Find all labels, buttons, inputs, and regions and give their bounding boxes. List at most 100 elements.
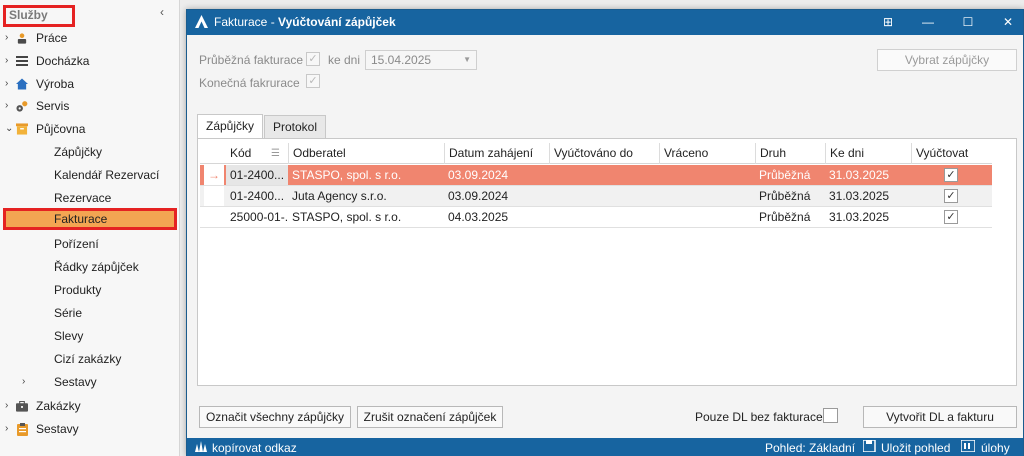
box-icon: [16, 123, 28, 135]
zrusit-oznaceni-button[interactable]: Zrušit označení zápůjček: [357, 406, 503, 428]
sidebar-item-sestavy[interactable]: › Sestavy: [0, 418, 178, 440]
chevron-right-icon[interactable]: ›: [5, 95, 8, 117]
zapujcky-tab-panel: Kód ☰ Odberatel Datum zahájení Vyúčtováno…: [197, 138, 1017, 386]
dialog-title: Fakturace - Vyúčtování zápůjček: [214, 15, 396, 29]
cell-vraceno[interactable]: [659, 165, 755, 185]
konecna-fakturace-checkbox[interactable]: ✓: [306, 74, 320, 88]
cell-datum-zahajeni[interactable]: 03.09.2024: [444, 165, 549, 185]
save-view-icon: [862, 439, 877, 455]
chevron-right-icon[interactable]: ›: [5, 50, 8, 72]
cell-datum-zahajeni[interactable]: 04.03.2025: [444, 207, 549, 227]
cell-odberatel[interactable]: STASPO, spol. s r.o.: [288, 207, 444, 227]
chevron-right-icon[interactable]: ›: [5, 418, 8, 440]
chevron-right-icon[interactable]: ›: [5, 27, 8, 49]
sidebar-item-label: Pořízení: [54, 237, 99, 251]
vyuctovat-checkbox[interactable]: ✓: [944, 189, 958, 203]
sidebar-subitem-fakturace[interactable]: Fakturace: [3, 208, 177, 230]
column-header-vyuctovat[interactable]: Vyúčtovat: [911, 143, 989, 164]
prubezna-fakturace-checkbox[interactable]: ✓: [306, 52, 320, 66]
sidebar-subitem-slevy[interactable]: Slevy: [0, 325, 178, 347]
column-header-druh[interactable]: Druh: [755, 143, 825, 164]
vyuctovat-checkbox[interactable]: ✓: [944, 210, 958, 224]
sidebar-item-label: Servis: [36, 99, 70, 113]
sidebar-subitem-rezervace[interactable]: Rezervace: [0, 187, 178, 209]
filter-icon[interactable]: ☰: [271, 143, 280, 164]
dialog-titlebar[interactable]: Fakturace - Vyúčtování zápůjček ⊞ — ☐ ✕: [187, 10, 1023, 35]
vyuctovat-checkbox[interactable]: ✓: [944, 168, 958, 182]
collapse-icon[interactable]: ‹: [160, 5, 164, 19]
column-header-odberatel[interactable]: Odberatel: [288, 143, 444, 164]
cell-ke-dni[interactable]: 31.03.2025: [825, 207, 911, 227]
sidebar-title[interactable]: Služby: [3, 5, 75, 27]
tab-protokol[interactable]: Protokol: [264, 115, 327, 139]
cell-odberatel[interactable]: STASPO, spol. s r.o.: [288, 165, 444, 185]
chevron-right-icon[interactable]: ›: [5, 395, 8, 417]
sidebar-subitem-zapujcky[interactable]: Zápůjčky: [0, 141, 178, 163]
cell-kod[interactable]: 01-2400...: [226, 165, 288, 185]
table-row[interactable]: 01-2400... Juta Agency s.r.o. 03.09.2024…: [200, 186, 992, 207]
column-header-kod[interactable]: Kód ☰: [226, 143, 288, 164]
sidebar-subitem-kalendar-rezervaci[interactable]: Kalendář Rezervací: [0, 164, 178, 186]
chevron-right-icon[interactable]: ›: [5, 73, 8, 95]
cell-druh[interactable]: Průběžná: [755, 165, 825, 185]
sidebar-subitem-sestavy[interactable]: › Sestavy: [0, 371, 178, 393]
pouze-dl-checkbox[interactable]: [823, 408, 838, 423]
home-icon: [16, 78, 28, 90]
sidebar-item-servis[interactable]: › Servis: [0, 95, 178, 117]
vybrat-zapujcky-button[interactable]: Vybrat zápůjčky: [877, 49, 1017, 71]
dialog-title-main: Vyúčtování zápůjček: [278, 15, 396, 29]
close-button[interactable]: ✕: [993, 10, 1023, 35]
cell-ke-dni[interactable]: 31.03.2025: [825, 165, 911, 185]
column-header-ke-dni[interactable]: Ke dni: [825, 143, 911, 164]
sidebar-subitem-porizeni[interactable]: Pořízení: [0, 233, 178, 255]
maximize-button[interactable]: ☐: [953, 10, 983, 35]
cell-kod[interactable]: 01-2400...: [226, 186, 288, 206]
clipboard-icon: [16, 422, 28, 436]
save-view-button[interactable]: Uložit pohled: [881, 441, 950, 455]
cell-vraceno[interactable]: [659, 186, 755, 206]
fakturace-dialog: Fakturace - Vyúčtování zápůjček ⊞ — ☐ ✕ …: [186, 9, 1024, 456]
cell-vyuctovano-do[interactable]: [549, 186, 659, 206]
sidebar-subitem-radky-zapujcek[interactable]: Řádky zápůjček: [0, 256, 178, 278]
status-bar: kopírovat odkaz Pohled: Základní Uložit …: [187, 438, 1023, 456]
cell-odberatel[interactable]: Juta Agency s.r.o.: [288, 186, 444, 206]
sidebar-item-pujcovna[interactable]: ⌄ Půjčovna: [0, 118, 178, 140]
column-header-vraceno[interactable]: Vráceno: [659, 143, 755, 164]
restore-layout-icon[interactable]: ⊞: [873, 10, 903, 35]
view-selector[interactable]: Pohled: Základní: [765, 441, 855, 455]
sidebar-item-label: Sestavy: [36, 422, 79, 436]
sidebar: Služby ‹ › Práce › Docházka › Výroba › S…: [0, 0, 180, 456]
sidebar-item-zakazky[interactable]: › Zakázky: [0, 395, 178, 417]
vytvorit-dl-a-fakturu-button[interactable]: Vytvořit DL a fakturu: [863, 406, 1017, 428]
sidebar-subitem-serie[interactable]: Série: [0, 302, 178, 324]
chevron-right-icon[interactable]: ›: [22, 371, 25, 393]
ke-dni-date-field[interactable]: 15.04.2025 ▼: [365, 50, 477, 70]
chevron-down-icon[interactable]: ⌄: [5, 118, 13, 140]
prubezna-fakturace-label: Průběžná fakturace: [199, 53, 304, 67]
sidebar-item-label: Zakázky: [36, 399, 81, 413]
table-row[interactable]: → 01-2400... STASPO, spol. s r.o. 03.09.…: [200, 165, 992, 186]
cell-druh[interactable]: Průběžná: [755, 186, 825, 206]
cell-vyuctovano-do[interactable]: [549, 207, 659, 227]
cell-datum-zahajeni[interactable]: 03.09.2024: [444, 186, 549, 206]
sidebar-item-dochazka[interactable]: › Docházka: [0, 50, 178, 72]
sidebar-subitem-produkty[interactable]: Produkty: [0, 279, 178, 301]
cell-vyuctovano-do[interactable]: [549, 165, 659, 185]
table-row[interactable]: 25000-01-... STASPO, spol. s r.o. 04.03.…: [200, 207, 992, 228]
tasks-button[interactable]: úlohy: [981, 441, 1010, 455]
cell-druh[interactable]: Průběžná: [755, 207, 825, 227]
tab-zapujcky[interactable]: Zápůjčky: [197, 114, 264, 139]
cell-vraceno[interactable]: [659, 207, 755, 227]
sidebar-item-vyroba[interactable]: › Výroba: [0, 73, 178, 95]
oznacit-vse-button[interactable]: Označit všechny zápůjčky: [199, 406, 351, 428]
dropdown-caret-icon[interactable]: ▼: [463, 51, 471, 69]
sidebar-subitem-cizi-zakazky[interactable]: Cizí zakázky: [0, 348, 178, 370]
date-value: 15.04.2025: [371, 53, 432, 67]
minimize-button[interactable]: —: [913, 10, 943, 35]
cell-ke-dni[interactable]: 31.03.2025: [825, 186, 911, 206]
column-header-vyuctovano-do[interactable]: Vyúčtováno do: [549, 143, 659, 164]
sidebar-item-prace[interactable]: › Práce: [0, 27, 178, 49]
copy-link[interactable]: kopírovat odkaz: [212, 441, 297, 455]
cell-kod[interactable]: 25000-01-...: [226, 207, 288, 227]
column-header-datum-zahajeni[interactable]: Datum zahájení: [444, 143, 549, 164]
